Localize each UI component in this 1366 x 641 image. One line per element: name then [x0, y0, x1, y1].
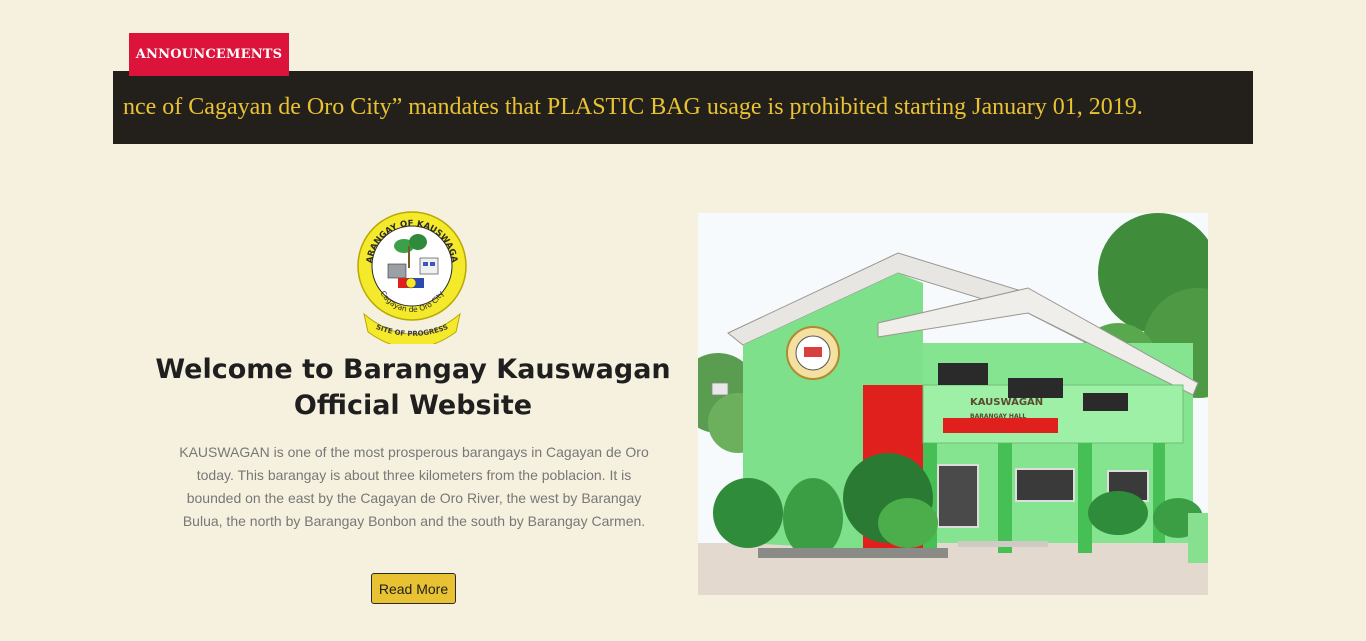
- page-title: Welcome to Barangay Kauswagan Official W…: [155, 354, 671, 421]
- announcement-ticker-text[interactable]: nce of Cagayan de Oro City” mandates tha…: [123, 71, 1143, 144]
- barangay-hall-photo: KAUSWAGAN BARANGAY HALL: [698, 213, 1208, 595]
- read-more-button[interactable]: Read More: [371, 573, 456, 604]
- barangay-seal-icon: SITE OF PROGRESS BARANGAY OF KAUSWAGAN C…: [356, 204, 467, 344]
- announcements-tab-label: ANNOUNCEMENTS: [135, 47, 283, 62]
- welcome-description: KAUSWAGAN is one of the most prosperous …: [179, 444, 649, 529]
- barangay-hall-illustration: KAUSWAGAN BARANGAY HALL: [698, 213, 1208, 595]
- building-sign-name: KAUSWAGAN: [970, 397, 1043, 408]
- announcements-tab[interactable]: ANNOUNCEMENTS: [129, 33, 289, 76]
- building-sign-subtitle: BARANGAY HALL: [970, 413, 1026, 420]
- page: ANNOUNCEMENTS nce of Cagayan de Oro City…: [0, 0, 1366, 641]
- announcement-ticker: nce of Cagayan de Oro City” mandates tha…: [113, 71, 1253, 144]
